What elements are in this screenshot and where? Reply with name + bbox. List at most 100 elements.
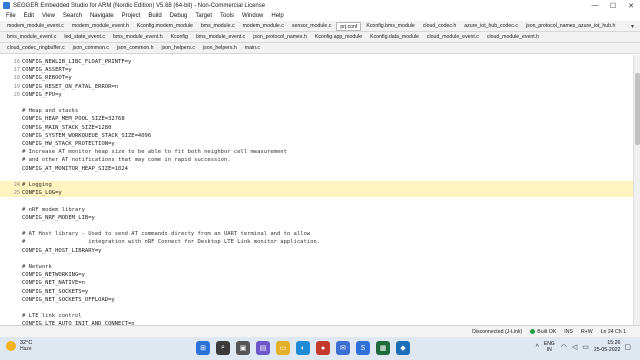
tab-json-protocol-names-h[interactable]: json_protocol_names.h: [250, 33, 310, 42]
menu-view[interactable]: View: [42, 13, 55, 19]
code-line[interactable]: # Increase AT monitor heap size to be ab…: [0, 148, 633, 156]
build-status[interactable]: Built OK: [530, 329, 556, 335]
code-line[interactable]: [0, 197, 633, 205]
code-line[interactable]: 25 CONFIG_LOG=y: [0, 189, 633, 198]
tab-list-chevron-icon[interactable]: ▾: [629, 23, 636, 30]
tab-json-common-c[interactable]: json_common.c: [70, 44, 112, 53]
scrollbar-thumb[interactable]: [635, 73, 640, 145]
tab-modem-module-c[interactable]: modem_module.c: [240, 22, 287, 31]
start-windows-icon[interactable]: ⊞: [196, 341, 210, 355]
menu-target[interactable]: Target: [195, 13, 212, 19]
code-line[interactable]: CONFIG_NRF_MODEM_LIB=y: [0, 214, 633, 222]
tab-azure-iot-hub-codec-c[interactable]: azure_iot_hub_codec.c: [461, 22, 521, 31]
code-line[interactable]: [0, 222, 633, 230]
code-line[interactable]: 18 CONFIG_REBOOT=y: [0, 74, 633, 82]
code-line[interactable]: CONFIG_NET_SOCKETS=y: [0, 288, 633, 296]
code-line[interactable]: CONFIG_SYSTEM_WORKQUEUE_STACK_SIZE=4096: [0, 132, 633, 140]
tab-bms-module-event-c-2[interactable]: bms_module_event.c: [193, 33, 248, 42]
tab-bms-module-c[interactable]: bms_module.c: [198, 22, 238, 31]
code-line[interactable]: [0, 255, 633, 263]
menu-project[interactable]: Project: [122, 13, 141, 19]
tab-cloud-module-event-h[interactable]: cloud_module_event.h: [484, 33, 542, 42]
notification-icon[interactable]: ▢: [624, 343, 631, 351]
speaker-icon[interactable]: ◁: [572, 343, 577, 351]
weather-widget[interactable]: 32°C Haze: [6, 340, 32, 352]
code-line[interactable]: # and other AT notifications that may co…: [0, 156, 633, 164]
menu-search[interactable]: Search: [63, 13, 82, 19]
code-line[interactable]: 17 CONFIG_ASSERT=y: [0, 66, 633, 74]
code-line[interactable]: # LTE link control: [0, 312, 633, 320]
teams-chat-icon[interactable]: ▤: [256, 341, 270, 355]
tab-json-helpers-h[interactable]: json_helpers.h: [200, 44, 240, 53]
tab-cloud-codec-ringbuffer-c[interactable]: cloud_codec_ringbuffer.c: [4, 44, 68, 53]
search-icon[interactable]: ⌕: [216, 341, 230, 355]
minimize-button[interactable]: —: [586, 0, 604, 11]
tab-modem-module-event-h[interactable]: modem_module_event.h: [69, 22, 132, 31]
menu-help[interactable]: Help: [271, 13, 283, 19]
tab-prj-conf[interactable]: prj.conf: [336, 21, 362, 31]
code-line[interactable]: # AT Host library - Used to send AT comm…: [0, 230, 633, 238]
tab-kconfig-data-module[interactable]: Kconfig.data_module: [367, 33, 422, 42]
code-line[interactable]: CONFIG_NET_SOCKETS_OFFLOAD=y: [0, 296, 633, 304]
skype-icon[interactable]: S: [356, 341, 370, 355]
tab-kconfig-bms-module[interactable]: Kconfig.bms_module: [363, 22, 417, 31]
menu-tools[interactable]: Tools: [220, 13, 234, 19]
tab-json-protocol-names-azure[interactable]: json_protocol_names_azure_iot_hub.h: [523, 22, 618, 31]
code-text: CONFIG_LOG=y: [22, 190, 62, 197]
code-line[interactable]: [0, 173, 633, 181]
code-line[interactable]: # integration with nRF Connect for Deskt…: [0, 238, 633, 246]
tab-main-c[interactable]: main.c: [242, 44, 263, 53]
tab-bms-module-event-h[interactable]: bms_module_event.h: [110, 33, 166, 42]
code-editor[interactable]: 16 CONFIG_NEWLIB_LIBC_FLOAT_PRINTF=y 17 CON…: [0, 55, 633, 325]
file-explorer-icon[interactable]: ▭: [276, 341, 290, 355]
tab-kconfig-modem-module[interactable]: Kconfig.modem_module: [134, 22, 196, 31]
menu-edit[interactable]: Edit: [24, 13, 34, 19]
code-line[interactable]: CONFIG_AT_HOST_LIBRARY=y: [0, 247, 633, 255]
battery-icon[interactable]: ▭: [582, 343, 589, 351]
code-line[interactable]: 16 CONFIG_NEWLIB_LIBC_FLOAT_PRINTF=y: [0, 58, 633, 66]
language-indicator[interactable]: ENG IN: [544, 341, 555, 353]
code-line[interactable]: 20 CONFIG_FPU=y: [0, 91, 633, 99]
code-line[interactable]: # nRF modem library: [0, 206, 633, 214]
connection-status[interactable]: Disconnected (J-Link): [472, 329, 522, 335]
menu-navigate[interactable]: Navigate: [90, 13, 114, 19]
wifi-icon[interactable]: ◠: [561, 343, 567, 351]
clock[interactable]: 15:26 25-05-2022: [594, 340, 621, 354]
code-line[interactable]: # Network: [0, 263, 633, 271]
menu-build[interactable]: Build: [148, 13, 161, 19]
tab-kconfig-app-module[interactable]: Kconfig.app_module: [312, 33, 365, 42]
tab-modem-module-event-c[interactable]: modem_module_event.c: [4, 22, 67, 31]
maximize-button[interactable]: ☐: [604, 0, 622, 11]
mail-icon[interactable]: ✉: [336, 341, 350, 355]
code-line[interactable]: CONFIG_NETWORKING=y: [0, 271, 633, 279]
code-line[interactable]: [0, 99, 633, 107]
chrome-icon[interactable]: ●: [316, 341, 330, 355]
tab-json-common-h[interactable]: json_common.h: [114, 44, 157, 53]
code-line[interactable]: CONFIG_NET_NATIVE=n: [0, 279, 633, 287]
excel-icon[interactable]: ▦: [376, 341, 390, 355]
code-line[interactable]: CONFIG_MAIN_STACK_SIZE=1280: [0, 124, 633, 132]
code-line[interactable]: CONFIG_AT_MONITOR_HEAP_SIZE=1024: [0, 165, 633, 173]
code-line[interactable]: CONFIG_HEAP_MEM_POOL_SIZE=32768: [0, 115, 633, 123]
tab-json-helpers-c[interactable]: json_helpers.c: [159, 44, 198, 53]
tab-cloud-module-event-c[interactable]: cloud_module_event.c: [424, 33, 482, 42]
tab-led-state-event-c[interactable]: led_state_event.c: [61, 33, 108, 42]
code-line[interactable]: 19 CONFIG_RESET_ON_FATAL_ERROR=n: [0, 83, 633, 91]
menu-window[interactable]: Window: [242, 13, 263, 19]
code-line[interactable]: CONFIG_HW_STACK_PROTECTION=y: [0, 140, 633, 148]
edge-browser-icon[interactable]: ◐: [296, 341, 310, 355]
editor-vertical-scrollbar[interactable]: [633, 55, 640, 325]
tab-kconfig[interactable]: Kconfig: [168, 33, 191, 42]
code-line[interactable]: [0, 304, 633, 312]
task-view-icon[interactable]: ▣: [236, 341, 250, 355]
menu-debug[interactable]: Debug: [170, 13, 188, 19]
segger-taskbar-icon[interactable]: ◆: [396, 341, 410, 355]
tab-sensor-module-c[interactable]: sensor_module.c: [289, 22, 335, 31]
close-button[interactable]: ✕: [622, 0, 640, 11]
tab-bms-module-event-c[interactable]: bms_module_event.c: [4, 33, 59, 42]
code-line[interactable]: 24 # Logging: [0, 181, 633, 190]
code-line[interactable]: # Heap and stacks: [0, 107, 633, 115]
chevron-up-icon[interactable]: ^: [536, 344, 539, 351]
tab-cloud-codec-h[interactable]: cloud_codec.h: [420, 22, 459, 31]
menu-file[interactable]: File: [6, 13, 16, 19]
